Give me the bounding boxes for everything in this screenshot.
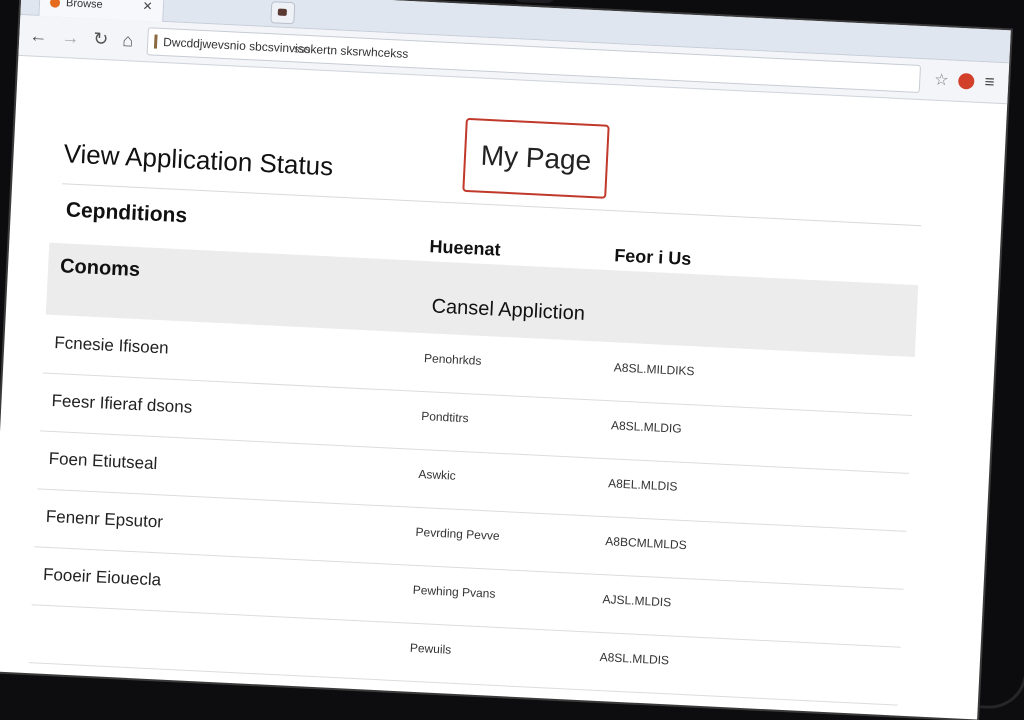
column-header-reference: Feor i Us: [613, 245, 692, 270]
page-icon: [153, 34, 158, 49]
row-reference: A8SL.MILDIKS: [613, 360, 695, 379]
back-arrow-icon[interactable]: ←: [29, 25, 48, 47]
menu-icon[interactable]: ≡: [984, 72, 995, 92]
row-reference: A8EL.MLDIS: [607, 476, 678, 494]
url-text: Dwcddjwevsnio sbcsvinvisokertn sksrwhcek…: [162, 34, 409, 61]
row-status: Penohrkds: [423, 351, 482, 368]
row-name: Fcnesie Ifisoen: [53, 333, 170, 358]
forward-arrow-icon[interactable]: →: [61, 27, 80, 49]
row-status: Pewuils: [409, 640, 452, 657]
bookmark-star-icon[interactable]: ☆: [934, 70, 949, 91]
page-title: View Application Status: [62, 138, 334, 182]
row-status: Aswkic: [418, 466, 457, 483]
row-reference: A8SL.MLDIG: [610, 418, 683, 436]
row-status: Pondtitrs: [420, 409, 469, 426]
row-name: Fenenr Epsutor: [45, 506, 164, 532]
row-status: Pewhing Pvans: [412, 582, 496, 601]
home-icon[interactable]: ⌂: [122, 29, 134, 51]
browser-window: Browse ✕ ← → ↻ ⌂ Dwcddjwevsnio sbcsvinvi…: [0, 0, 1011, 720]
column-header-status: Hueenat: [429, 236, 501, 260]
section-heading: Cepnditions: [65, 198, 188, 228]
reload-icon[interactable]: ↻: [93, 28, 109, 50]
row-reference: A8SL.MLDIS: [599, 650, 670, 668]
row-name: Fooeir Eiouecla: [42, 564, 162, 590]
row-name: Foen Etiutseal: [48, 448, 158, 474]
brand-logo[interactable]: My Page: [462, 117, 610, 199]
cancel-application-link[interactable]: Cansel Appliction: [431, 295, 585, 325]
row-reference: AJSL.MLDIS: [602, 592, 672, 610]
page-content: My Page View Application Status Cepnditi…: [0, 56, 1007, 720]
extension-icon[interactable]: [958, 72, 975, 90]
url-subtext: sss: [293, 43, 311, 57]
tab-title: Browse: [65, 0, 103, 11]
row-reference: A8BCMLMLDS: [605, 534, 687, 553]
favicon-icon: [49, 0, 61, 8]
webcam-icon: [510, 0, 558, 4]
band-label: Conoms: [59, 255, 141, 282]
row-status: Pevrding Pevve: [415, 524, 500, 543]
row-name: Feesr Ifieraf dsons: [51, 390, 193, 417]
close-icon[interactable]: ✕: [142, 0, 153, 13]
new-tab-button[interactable]: [270, 1, 296, 25]
